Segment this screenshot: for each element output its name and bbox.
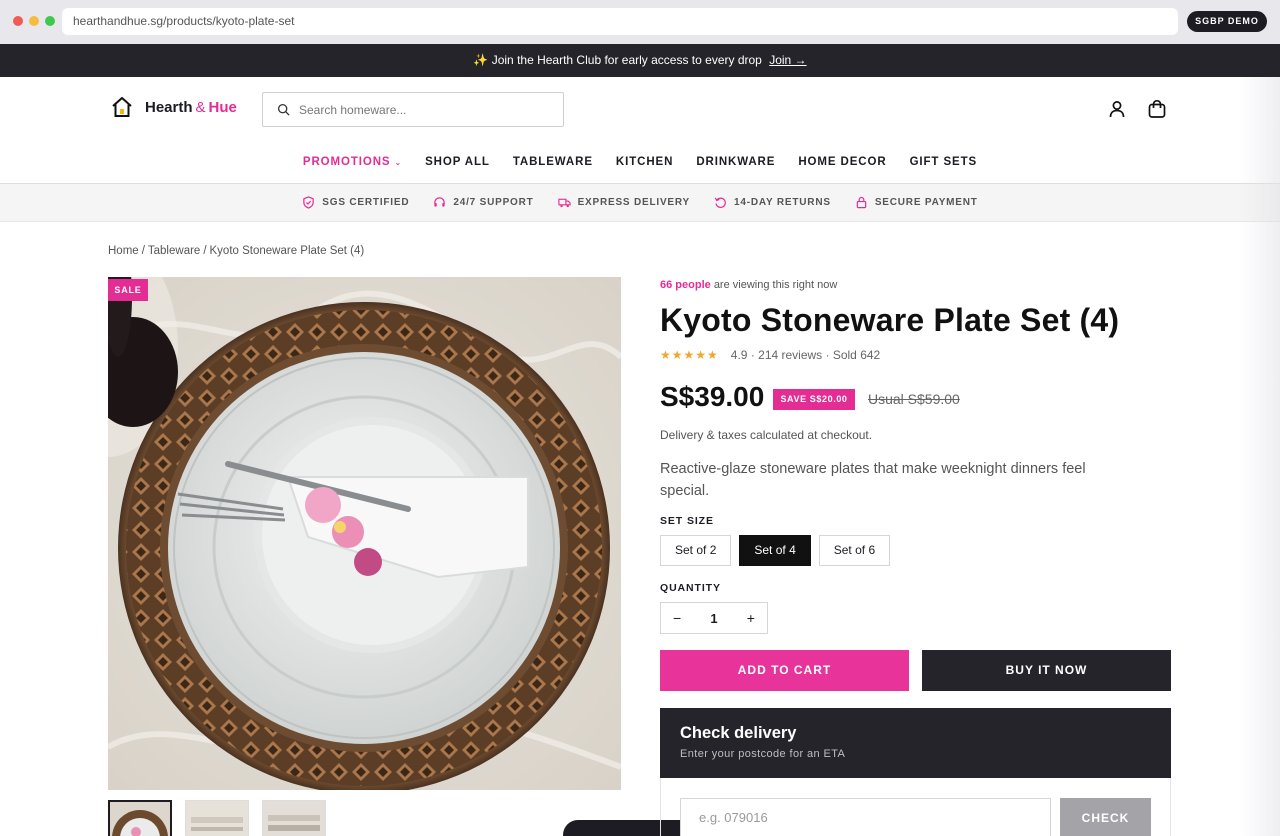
nav-item-drinkware[interactable]: DRINKWARE [696,150,775,174]
brand-name: Hearth & Hue [145,98,237,116]
check-delivery-subtitle: Enter your postcode for an ETA [680,748,846,760]
size-option-set-of-2[interactable]: Set of 2 [660,535,732,566]
delivery-note: Delivery & taxes calculated at checkout. [660,428,873,442]
nav-item-promotions[interactable]: PROMOTIONS ⌄ [303,150,402,174]
brand-logo[interactable]: Hearth & Hue [110,94,237,120]
set-size-options: Set of 2 Set of 4 Set of 6 [660,535,891,566]
sparkle-icon: ✨ [473,53,489,67]
join-link[interactable]: Join → [769,53,806,67]
breadcrumb-home[interactable]: Home [108,245,139,257]
thumbnail-3[interactable] [262,800,326,836]
headset-icon [434,197,446,207]
check-delivery-title: Check delivery [680,724,797,742]
maximize-window-button[interactable] [45,16,55,26]
add-to-cart-button[interactable]: ADD TO CART [660,650,909,691]
quantity-stepper: − 1 + [660,602,768,634]
address-bar[interactable]: hearthandhue.sg/products/kyoto-plate-set [62,8,1178,35]
nav-item-gift-sets[interactable]: GIFT SETS [910,150,978,174]
quantity-value[interactable]: 1 [710,611,717,626]
thumbnail-1[interactable] [108,800,172,836]
breadcrumb-current: Kyoto Stoneware Plate Set (4) [209,245,365,257]
rating-row[interactable]: ★★★★★ 4.9 · 214 reviews · Sold 642 [660,348,880,362]
shield-check-icon [303,196,315,209]
search-box[interactable] [262,92,564,127]
rating-text: 4.9 · 214 reviews · Sold 642 [730,348,881,362]
check-button[interactable]: CHECK [1060,798,1151,836]
breadcrumb: Home / Tableware / Kyoto Stoneware Plate Set… [108,245,365,257]
account-icon[interactable] [1107,99,1127,119]
return-arrow-icon [714,197,726,209]
sale-price: S$39.00 [660,381,765,412]
buy-it-now-button[interactable]: BUY IT NOW [922,650,1171,691]
product-description: Reactive-glaze stoneware plates that mak… [660,461,1086,499]
plate-set-photo [108,277,621,790]
product-image[interactable] [108,277,621,790]
save-badge: SAVE S$20.00 [773,389,855,410]
thumbnail-strip [108,800,326,836]
breadcrumb-tableware[interactable]: Tableware [148,245,200,257]
truck-icon [557,198,571,208]
search-icon [277,103,290,116]
chevron-down-icon: ⌄ [394,158,403,167]
close-window-button[interactable] [13,16,23,26]
trust-payment: SECURE PAYMENT [855,196,978,209]
minimize-window-button[interactable] [29,16,39,26]
sale-badge: SALE [108,279,148,301]
live-viewers: 66 people are viewing this right now [660,279,838,291]
size-option-set-of-6[interactable]: Set of 6 [818,535,891,566]
browser-chrome: hearthandhue.sg/products/kyoto-plate-set… [0,0,1280,44]
increase-quantity-button[interactable]: + [747,610,755,626]
lock-icon [856,196,867,209]
shopping-bag-icon[interactable] [1147,99,1167,119]
house-icon [112,97,132,117]
quantity-label: QUANTITY [660,582,721,594]
trust-delivery: EXPRESS DELIVERY [557,196,690,209]
nav-item-shop-all[interactable]: SHOP ALL [425,150,490,174]
nav-item-kitchen[interactable]: KITCHEN [616,150,673,174]
announcement-text: Join the Hearth Club for early access to… [491,53,762,67]
postcode-input[interactable] [680,798,1051,836]
size-option-set-of-4[interactable]: Set of 4 [739,535,811,566]
check-delivery-header: Check delivery Enter your postcode for a… [660,708,1171,778]
trust-bar: SGS CERTIFIED 24/7 SUPPORT EXPRESS DELIV… [0,183,1280,222]
search-input[interactable] [299,102,539,117]
thumbnail-2[interactable] [185,800,249,836]
trust-returns: 14-DAY RETURNS [714,196,831,209]
nav-item-home-decor[interactable]: HOME DECOR [798,150,886,174]
main-nav: PROMOTIONS ⌄ SHOP ALL TABLEWARE KITCHEN D… [0,150,1280,174]
usual-price: Usual S$59.00 [868,391,960,407]
trust-sgs: SGS CERTIFIED [302,196,409,209]
decrease-quantity-button[interactable]: − [673,610,681,626]
product-title: Kyoto Stoneware Plate Set (4) [660,302,1120,338]
trust-support: 24/7 SUPPORT [433,196,533,209]
set-size-label: SET SIZE [660,515,714,527]
demo-badge: SGBP DEMO [1187,11,1267,32]
announcement-bar: ✨ Join the Hearth Club for early access … [0,44,1280,77]
star-rating-icon: ★★★★★ [660,348,719,362]
nav-item-tableware[interactable]: TABLEWARE [513,150,593,174]
